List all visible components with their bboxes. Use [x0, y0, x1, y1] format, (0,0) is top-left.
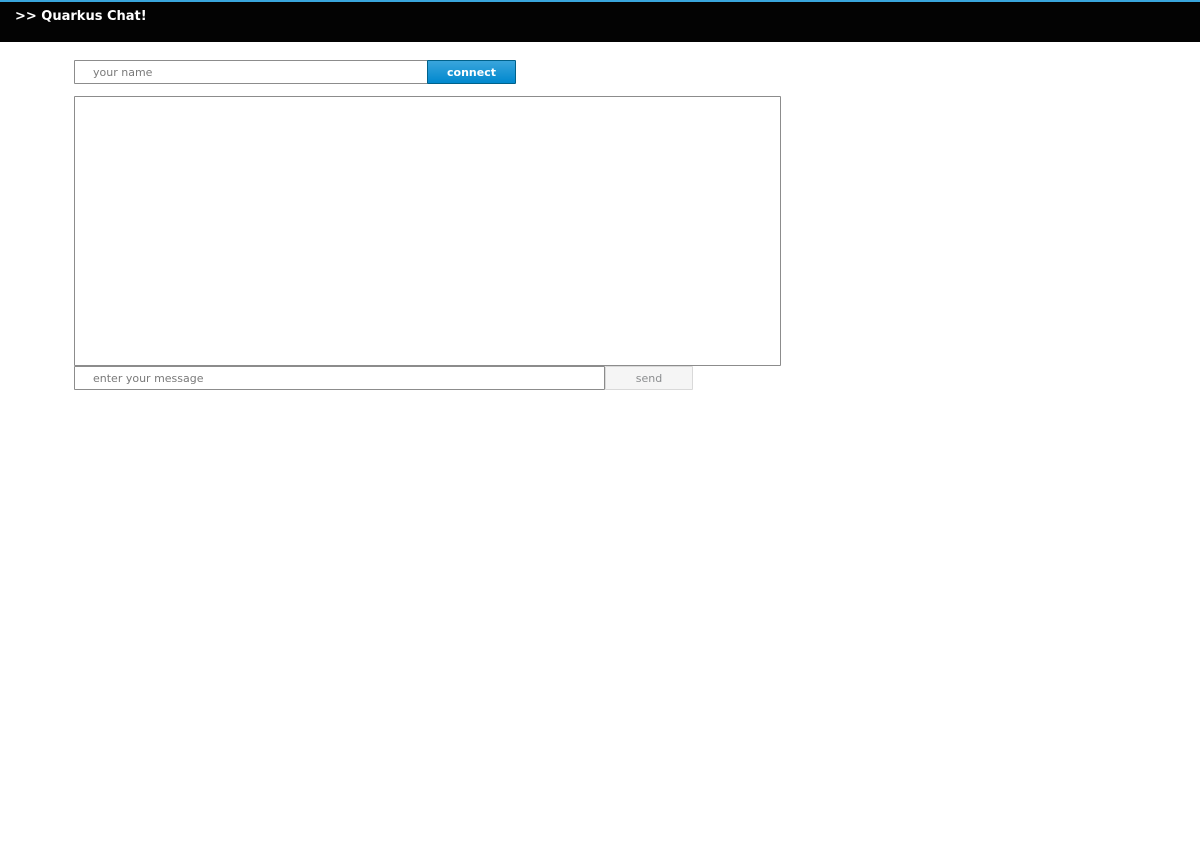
chat-messages-area[interactable]: [74, 96, 781, 366]
app-title: >> Quarkus Chat!: [15, 9, 147, 24]
send-button[interactable]: send: [605, 366, 693, 390]
connect-button[interactable]: connect: [427, 60, 516, 84]
name-input[interactable]: [74, 60, 428, 84]
message-input[interactable]: [74, 366, 605, 390]
top-navbar: >> Quarkus Chat!: [0, 0, 1200, 42]
